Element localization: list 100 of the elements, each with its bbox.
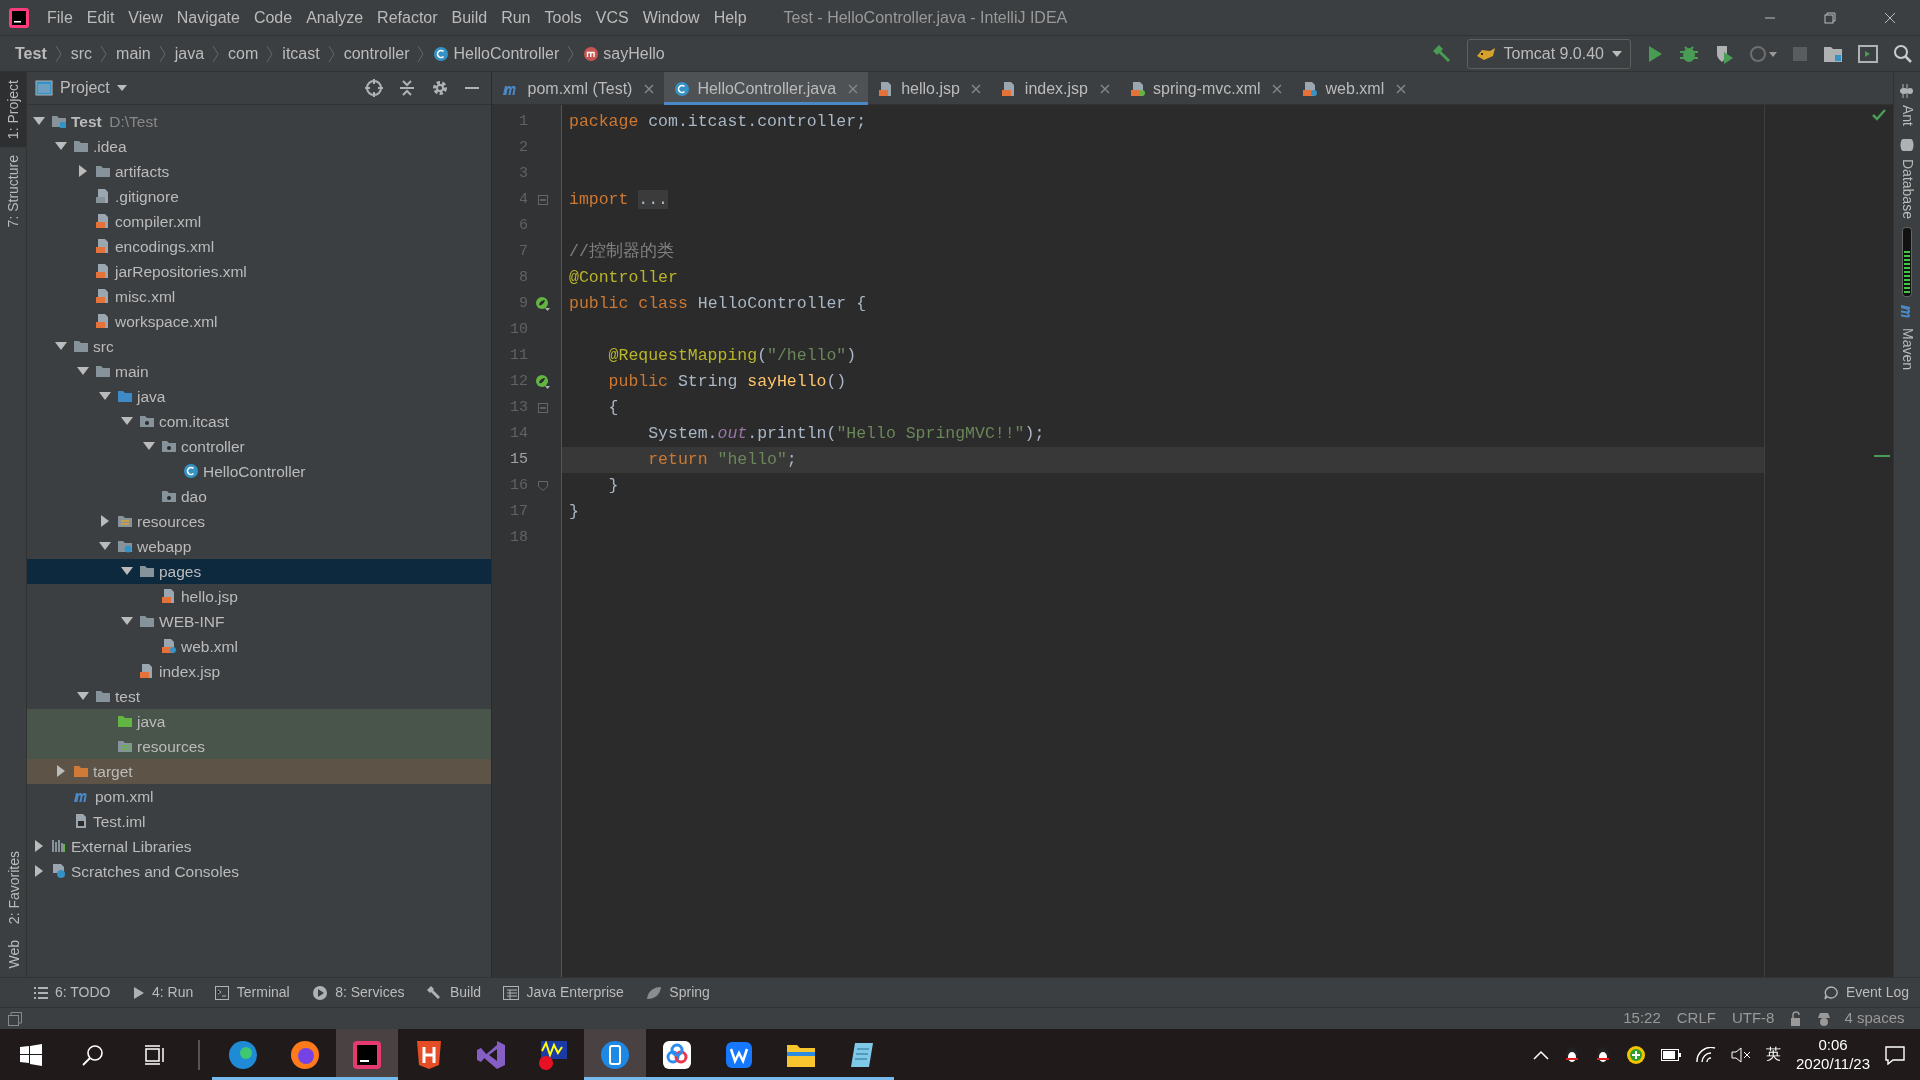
task-view-icon[interactable] bbox=[144, 1043, 166, 1066]
tree-item[interactable]: java bbox=[27, 383, 491, 409]
collapse-icon[interactable] bbox=[397, 79, 416, 97]
editor-tab[interactable]: hello.jsp bbox=[867, 72, 992, 105]
editor-tab[interactable]: spring-mvc.xml bbox=[1119, 72, 1293, 105]
penguin-icon[interactable] bbox=[1564, 1044, 1581, 1065]
close-icon[interactable] bbox=[1395, 83, 1406, 94]
tree-item[interactable]: java bbox=[27, 708, 491, 734]
tree-item[interactable]: main bbox=[27, 358, 491, 384]
tree-item[interactable]: controller bbox=[27, 433, 491, 459]
tree-item[interactable]: dao bbox=[27, 483, 491, 509]
taskbar-app-button[interactable] bbox=[584, 1029, 646, 1080]
notification-icon[interactable] bbox=[1885, 1044, 1905, 1065]
panel-toggle-icon[interactable] bbox=[8, 1011, 22, 1026]
collapsed-arrow-icon[interactable] bbox=[33, 840, 45, 853]
editor-tab[interactable]: HelloController.java bbox=[663, 72, 868, 105]
tool-window-button[interactable]: 4: Run bbox=[121, 982, 205, 1003]
tree-item[interactable]: External Libraries bbox=[27, 833, 491, 859]
collapsed-arrow-icon[interactable] bbox=[77, 165, 89, 178]
tree-item[interactable]: misc.xml bbox=[27, 283, 491, 309]
battery-icon[interactable] bbox=[1661, 1048, 1682, 1061]
menu-item[interactable]: Run bbox=[494, 5, 538, 30]
tree-item[interactable]: .idea bbox=[27, 133, 491, 159]
menu-item[interactable]: Code bbox=[246, 5, 300, 30]
menu-item[interactable]: Analyze bbox=[299, 5, 371, 30]
tool-window-button[interactable]: 6: TODO bbox=[22, 982, 122, 1003]
menu-item[interactable]: VCS bbox=[588, 5, 636, 30]
close-icon[interactable] bbox=[971, 83, 982, 94]
restore-icon[interactable] bbox=[1822, 9, 1838, 26]
inspector-icon[interactable] bbox=[1816, 1010, 1833, 1027]
tree-item[interactable]: jarRepositories.xml bbox=[27, 258, 491, 284]
tool-window-tab[interactable]: 7: Structure bbox=[0, 147, 26, 236]
tool-window-tab[interactable]: Maven bbox=[1891, 300, 1920, 375]
breadcrumb[interactable]: java bbox=[174, 41, 205, 66]
breadcrumb[interactable]: main bbox=[116, 41, 151, 66]
breadcrumb[interactable]: src bbox=[70, 41, 93, 66]
panel-title[interactable]: Project bbox=[60, 76, 110, 100]
caret-icon[interactable] bbox=[117, 84, 128, 92]
target-icon[interactable] bbox=[364, 79, 383, 97]
tree-item[interactable]: Scratches and Consoles bbox=[27, 858, 491, 884]
breadcrumb[interactable]: controller bbox=[343, 41, 410, 66]
tree-item[interactable]: resources bbox=[27, 733, 491, 759]
taskbar-app-button[interactable] bbox=[336, 1029, 398, 1080]
plus-circle-icon[interactable] bbox=[1626, 1044, 1647, 1065]
tool-window-button[interactable]: Java Enterprise bbox=[492, 982, 635, 1003]
breadcrumb[interactable]: sayHello bbox=[603, 41, 665, 66]
penguin-icon[interactable] bbox=[1595, 1044, 1612, 1065]
collapsed-arrow-icon[interactable] bbox=[55, 765, 67, 778]
line-separator[interactable]: CRLF bbox=[1668, 1007, 1724, 1030]
breadcrumb[interactable]: Test bbox=[15, 41, 47, 66]
search-icon[interactable] bbox=[1892, 43, 1913, 64]
file-encoding[interactable]: UTF-8 bbox=[1723, 1007, 1783, 1030]
tool-window-tab[interactable]: 2: Favorites bbox=[0, 843, 29, 933]
tree-item[interactable]: Test.iml bbox=[27, 808, 491, 834]
close-icon[interactable] bbox=[1099, 83, 1110, 94]
tool-window-tab[interactable]: Web bbox=[0, 932, 29, 977]
tree-item[interactable]: resources bbox=[27, 508, 491, 534]
event-log-button[interactable]: Event Log bbox=[1813, 982, 1920, 1003]
menu-item[interactable]: Tools bbox=[537, 5, 589, 30]
tree-item[interactable]: artifacts bbox=[27, 158, 491, 184]
tool-window-button[interactable]: Terminal bbox=[204, 982, 301, 1003]
tree-item[interactable]: pom.xml bbox=[27, 783, 491, 809]
close-icon[interactable] bbox=[1272, 83, 1283, 94]
tree-item[interactable]: index.jsp bbox=[27, 658, 491, 684]
tree-item[interactable]: Test D:\Test bbox=[27, 108, 491, 134]
input-method-indicator[interactable]: 英 bbox=[1766, 1043, 1782, 1066]
tree-item[interactable]: test bbox=[27, 683, 491, 709]
breadcrumb[interactable]: com bbox=[228, 41, 259, 66]
breadcrumb[interactable]: HelloController bbox=[453, 41, 560, 66]
tree-item[interactable]: .gitignore bbox=[27, 183, 491, 209]
editor-tab[interactable]: pom.xml (Test) bbox=[492, 72, 664, 105]
tree-item[interactable]: com.itcast bbox=[27, 408, 491, 434]
menu-item[interactable]: Help bbox=[706, 5, 754, 30]
tree-item[interactable]: web.xml bbox=[27, 633, 491, 659]
close-icon[interactable] bbox=[643, 83, 654, 94]
tree-item[interactable]: pages bbox=[27, 558, 491, 584]
settings-icon[interactable] bbox=[430, 79, 449, 97]
bug-icon[interactable] bbox=[1678, 43, 1699, 64]
tree-item[interactable]: workspace.xml bbox=[27, 308, 491, 334]
menu-item[interactable]: File bbox=[40, 5, 80, 30]
tree-item[interactable]: HelloController bbox=[27, 458, 491, 484]
tree-item[interactable]: compiler.xml bbox=[27, 208, 491, 234]
tool-window-button[interactable]: Build bbox=[415, 982, 493, 1003]
menu-item[interactable]: Edit bbox=[79, 5, 122, 30]
editor-tab[interactable]: index.jsp bbox=[991, 72, 1120, 105]
tool-window-tab[interactable]: Ant bbox=[1891, 79, 1920, 130]
run-configuration-dropdown[interactable]: Tomcat 9.0.40 bbox=[1467, 38, 1631, 69]
tree-item[interactable]: target bbox=[27, 758, 491, 784]
collapsed-arrow-icon[interactable] bbox=[33, 865, 45, 878]
menu-item[interactable]: View bbox=[121, 5, 170, 30]
menu-item[interactable]: Window bbox=[635, 5, 707, 30]
chevron-up-icon[interactable] bbox=[1533, 1049, 1550, 1060]
tool-window-button[interactable]: Spring bbox=[634, 982, 721, 1003]
tree-item[interactable]: hello.jsp bbox=[27, 583, 491, 609]
bean-icon[interactable] bbox=[535, 295, 551, 312]
menu-item[interactable]: Refactor bbox=[370, 5, 445, 30]
tree-item[interactable]: src bbox=[27, 333, 491, 359]
clock[interactable]: 0:06 2020/11/23 bbox=[1796, 1035, 1870, 1074]
tool-window-tab[interactable]: Database bbox=[1891, 133, 1920, 224]
window-icon[interactable] bbox=[1857, 44, 1878, 63]
